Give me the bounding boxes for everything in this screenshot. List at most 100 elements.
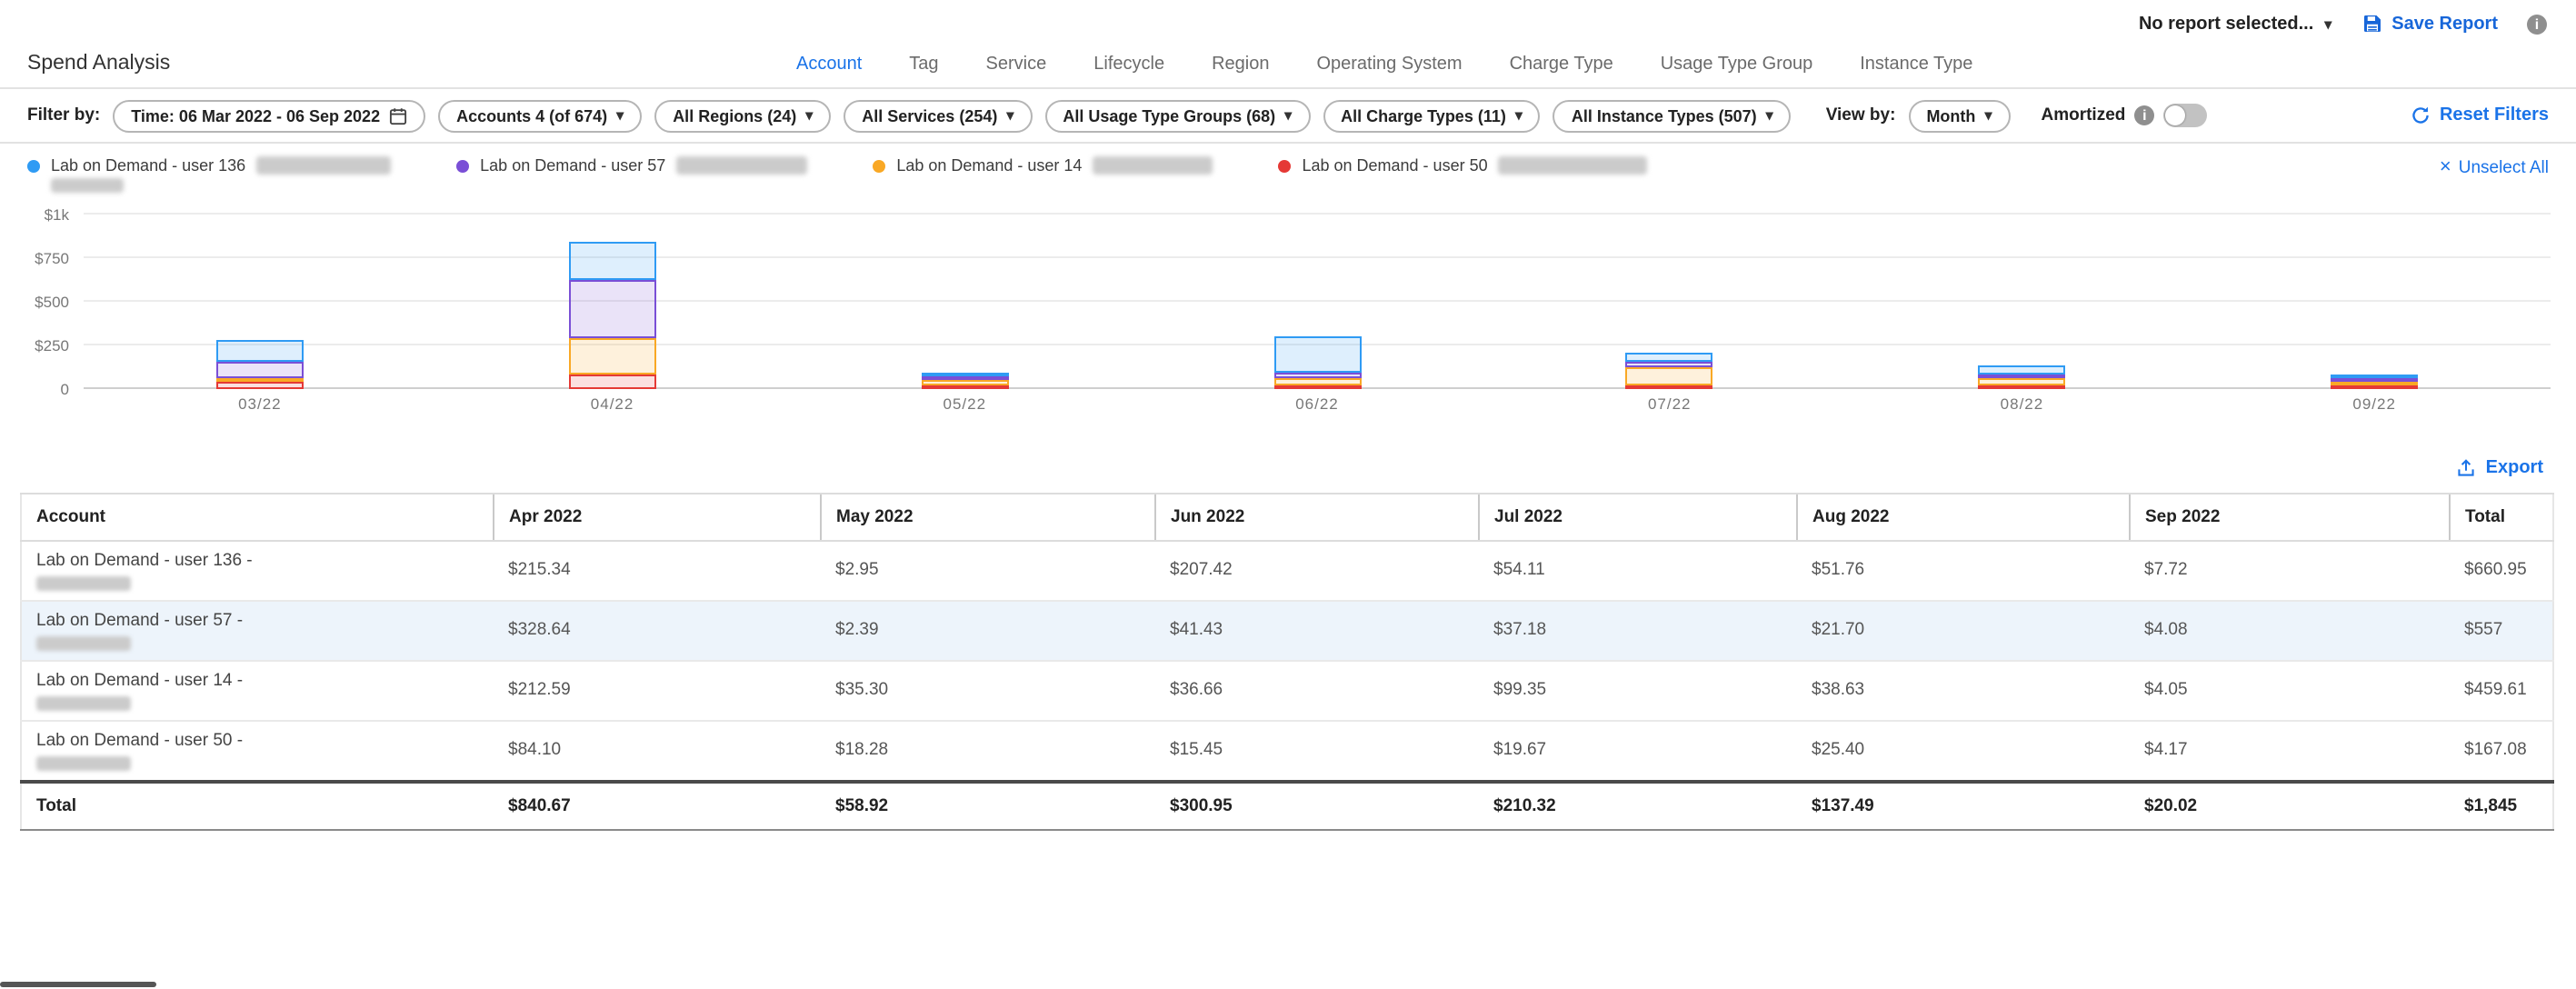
value-cell: $36.66 bbox=[1155, 661, 1479, 721]
tab-lifecycle[interactable]: Lifecycle bbox=[1093, 54, 1164, 74]
total-label: Total bbox=[21, 781, 494, 829]
bar-segment bbox=[1978, 365, 2065, 375]
value-cell: $4.05 bbox=[2130, 661, 2450, 721]
value-cell: $167.08 bbox=[2450, 720, 2553, 781]
tabs: Account Tag Service Lifecycle Region Operatin… bbox=[796, 40, 1972, 87]
reset-filters-label: Reset Filters bbox=[2440, 105, 2549, 125]
bar-segment bbox=[569, 243, 656, 280]
report-selector-label: No report selected... bbox=[2139, 14, 2313, 34]
table-row[interactable]: Lab on Demand - user 50 -$84.10$18.28$15… bbox=[21, 720, 2553, 781]
bar-slot bbox=[84, 215, 436, 389]
legend-item[interactable]: Lab on Demand - user 14 bbox=[873, 156, 1213, 175]
tab-account[interactable]: Account bbox=[796, 54, 862, 74]
value-cell: $84.10 bbox=[494, 720, 821, 781]
redacted-text bbox=[676, 156, 807, 175]
column-header-aug-2022[interactable]: Aug 2022 bbox=[1797, 494, 2130, 541]
account-cell: Lab on Demand - user 136 - bbox=[21, 541, 494, 601]
stacked-bar-05-22[interactable] bbox=[921, 372, 1008, 389]
filter-pills: Time: 06 Mar 2022 - 06 Sep 2022 Accounts … bbox=[113, 99, 1791, 132]
legend-item[interactable]: Lab on Demand - user 57 bbox=[456, 156, 807, 175]
value-cell: $2.95 bbox=[821, 541, 1155, 601]
legend-item-label: Lab on Demand - user 57 bbox=[480, 156, 665, 175]
horizontal-scrollbar-thumb[interactable] bbox=[0, 982, 156, 987]
report-bar: No report selected... Save Report bbox=[0, 0, 2576, 40]
info-icon[interactable] bbox=[2527, 14, 2547, 34]
column-header-apr-2022[interactable]: Apr 2022 bbox=[494, 494, 821, 541]
legend-item[interactable]: Lab on Demand - user 136 bbox=[27, 156, 391, 193]
stacked-bar-08-22[interactable] bbox=[1978, 365, 2065, 389]
tab-region[interactable]: Region bbox=[1212, 54, 1269, 74]
stacked-bar-03-22[interactable] bbox=[216, 340, 304, 389]
bar-segment bbox=[921, 385, 1008, 389]
stacked-bar-06-22[interactable] bbox=[1273, 335, 1361, 389]
total-value-cell: $300.95 bbox=[1155, 781, 1479, 829]
stacked-bar-09-22[interactable] bbox=[2331, 375, 2418, 389]
column-header-sep-2022[interactable]: Sep 2022 bbox=[2130, 494, 2450, 541]
reset-filters-button[interactable]: Reset Filters bbox=[2411, 105, 2549, 125]
accounts-filter[interactable]: Accounts 4 (of 674) bbox=[438, 99, 642, 132]
amortized-toggle[interactable] bbox=[2163, 104, 2207, 127]
charge-types-filter-label: All Charge Types (11) bbox=[1341, 106, 1506, 125]
tab-usage-type-group[interactable]: Usage Type Group bbox=[1661, 54, 1813, 74]
view-by-dropdown[interactable]: Month bbox=[1908, 99, 2010, 132]
y-axis-tick-label: $250 bbox=[0, 336, 69, 355]
x-axis-tick-label: 03/22 bbox=[84, 395, 436, 413]
save-icon bbox=[2361, 13, 2382, 35]
legend-item-main: Lab on Demand - user 136 bbox=[27, 156, 391, 175]
info-icon[interactable] bbox=[2134, 105, 2154, 125]
table-row[interactable]: Lab on Demand - user 136 -$215.34$2.95$2… bbox=[21, 541, 2553, 601]
bar-segment bbox=[216, 361, 304, 378]
value-cell: $54.11 bbox=[1479, 541, 1797, 601]
filter-by-label: Filter by: bbox=[27, 105, 100, 125]
value-cell: $99.35 bbox=[1479, 661, 1797, 721]
regions-filter-label: All Regions (24) bbox=[673, 106, 796, 125]
total-value-cell: $210.32 bbox=[1479, 781, 1797, 829]
bar-segment bbox=[1626, 352, 1713, 361]
column-header-total[interactable]: Total bbox=[2450, 494, 2553, 541]
chevron-down-icon bbox=[1766, 107, 1773, 124]
charge-types-filter[interactable]: All Charge Types (11) bbox=[1323, 99, 1541, 132]
value-cell: $215.34 bbox=[494, 541, 821, 601]
value-cell: $459.61 bbox=[2450, 661, 2553, 721]
x-axis-tick-label: 09/22 bbox=[2198, 395, 2551, 413]
column-header-jul-2022[interactable]: Jul 2022 bbox=[1479, 494, 1797, 541]
export-button[interactable]: Export bbox=[2457, 458, 2543, 478]
stacked-bar-07-22[interactable] bbox=[1626, 352, 1713, 389]
unselect-all-button[interactable]: Unselect All bbox=[2440, 158, 2549, 178]
column-header-may-2022[interactable]: May 2022 bbox=[821, 494, 1155, 541]
column-header-jun-2022[interactable]: Jun 2022 bbox=[1155, 494, 1479, 541]
value-cell: $37.18 bbox=[1479, 601, 1797, 661]
tab-tag[interactable]: Tag bbox=[909, 54, 938, 74]
tab-instance-type[interactable]: Instance Type bbox=[1860, 54, 1972, 74]
legend-item[interactable]: Lab on Demand - user 50 bbox=[1278, 156, 1647, 175]
report-selector-dropdown[interactable]: No report selected... bbox=[2139, 14, 2331, 34]
legend-item-label: Lab on Demand - user 50 bbox=[1302, 156, 1487, 175]
value-cell: $35.30 bbox=[821, 661, 1155, 721]
bar-segment bbox=[216, 340, 304, 361]
value-cell: $25.40 bbox=[1797, 720, 2130, 781]
regions-filter[interactable]: All Regions (24) bbox=[654, 99, 831, 132]
account-name: Lab on Demand - user 50 - bbox=[36, 730, 486, 752]
value-cell: $207.42 bbox=[1155, 541, 1479, 601]
column-header-account[interactable]: Account bbox=[21, 494, 494, 541]
redacted-text bbox=[36, 755, 131, 770]
instance-types-filter[interactable]: All Instance Types (507) bbox=[1553, 99, 1792, 132]
bar-segment bbox=[1978, 378, 2065, 385]
bar-segment bbox=[569, 375, 656, 389]
table-row[interactable]: Lab on Demand - user 14 -$212.59$35.30$3… bbox=[21, 661, 2553, 721]
bar-segment bbox=[569, 337, 656, 375]
chart-bars bbox=[84, 215, 2551, 389]
time-filter[interactable]: Time: 06 Mar 2022 - 06 Sep 2022 bbox=[113, 99, 425, 132]
table-row[interactable]: Lab on Demand - user 57 -$328.64$2.39$41… bbox=[21, 601, 2553, 661]
stacked-bar-04-22[interactable] bbox=[569, 243, 656, 389]
tab-operating-system[interactable]: Operating System bbox=[1316, 54, 1462, 74]
tab-charge-type[interactable]: Charge Type bbox=[1510, 54, 1613, 74]
save-report-button[interactable]: Save Report bbox=[2361, 13, 2498, 35]
services-filter[interactable]: All Services (254) bbox=[844, 99, 1032, 132]
legend-items: Lab on Demand - user 136 Lab on Demand - … bbox=[27, 156, 1648, 193]
bar-segment bbox=[921, 379, 1008, 385]
export-row: Export bbox=[0, 429, 2576, 489]
amortized-control: Amortized bbox=[2041, 104, 2207, 127]
tab-service[interactable]: Service bbox=[986, 54, 1047, 74]
usage-type-groups-filter[interactable]: All Usage Type Groups (68) bbox=[1044, 99, 1310, 132]
